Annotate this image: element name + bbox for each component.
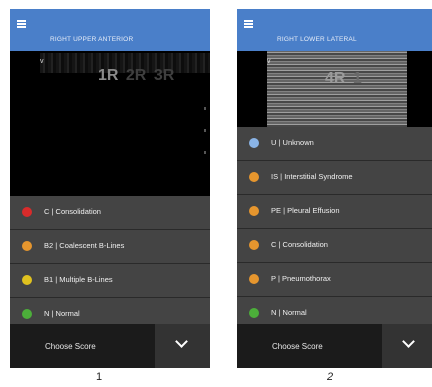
choose-score-button[interactable]: Choose Score xyxy=(237,324,382,368)
score-list: C | Consolidation B2 | Coalescent B-Line… xyxy=(10,196,210,332)
scale-tick xyxy=(204,129,206,132)
severity-dot xyxy=(22,275,32,285)
score-option-multiple-b-lines[interactable]: B1 | Multiple B-Lines xyxy=(10,264,210,298)
severity-dot xyxy=(249,138,259,148)
zone-labels: 4R 1 xyxy=(325,70,365,88)
score-option-coalescent-b-lines[interactable]: B2 | Coalescent B-Lines xyxy=(10,230,210,264)
choose-score-label: Choose Score xyxy=(272,342,323,351)
severity-dot xyxy=(249,240,259,250)
zone-title: RIGHT LOWER LATERAL xyxy=(277,36,357,43)
severity-dot xyxy=(249,308,259,318)
score-label: B2 | Coalescent B-Lines xyxy=(44,241,125,250)
score-label: U | Unknown xyxy=(271,138,314,147)
score-footer: Choose Score xyxy=(10,324,210,368)
app-screen-2: RIGHT LOWER LATERAL v 4R 1 U | Unknown I… xyxy=(237,9,432,368)
caret-marker: v xyxy=(40,58,44,65)
score-option-consolidation[interactable]: C | Consolidation xyxy=(237,229,432,263)
severity-dot xyxy=(249,172,259,182)
score-label: C | Consolidation xyxy=(44,207,101,216)
zone-label-3r: 3R xyxy=(153,67,175,84)
app-header: RIGHT UPPER ANTERIOR xyxy=(10,9,210,51)
zone-title: RIGHT UPPER ANTERIOR xyxy=(50,36,134,43)
ultrasound-image: v 4R 1 xyxy=(237,51,432,127)
chevron-down-icon xyxy=(402,335,415,348)
score-footer: Choose Score xyxy=(237,324,432,368)
score-option-pleural-effusion[interactable]: PE | Pleural Effusion xyxy=(237,195,432,229)
score-list: U | Unknown IS | Interstitial Syndrome P… xyxy=(237,127,432,331)
score-label: N | Normal xyxy=(44,309,80,318)
zone-label-2r: 2R xyxy=(125,67,147,84)
app-header: RIGHT LOWER LATERAL xyxy=(237,9,432,51)
scale-tick xyxy=(204,151,206,154)
caret-marker: v xyxy=(267,58,271,65)
zone-label-1: 1 xyxy=(352,70,362,87)
zone-labels: 1R 2R 3R xyxy=(98,67,177,85)
scale-tick xyxy=(204,107,206,110)
severity-dot xyxy=(22,241,32,251)
hamburger-menu-icon[interactable] xyxy=(244,20,253,28)
score-option-unknown[interactable]: U | Unknown xyxy=(237,127,432,161)
ultrasound-image: v 1R 2R 3R xyxy=(10,51,210,196)
expand-button[interactable] xyxy=(155,324,210,368)
severity-dot xyxy=(22,207,32,217)
figure-caption-2: 2 xyxy=(327,371,334,383)
choose-score-label: Choose Score xyxy=(45,342,96,351)
score-option-interstitial-syndrome[interactable]: IS | Interstitial Syndrome xyxy=(237,161,432,195)
score-label: PE | Pleural Effusion xyxy=(271,206,340,215)
score-label: IS | Interstitial Syndrome xyxy=(271,172,353,181)
choose-score-button[interactable]: Choose Score xyxy=(10,324,155,368)
score-label: B1 | Multiple B-Lines xyxy=(44,275,113,284)
score-label: P | Pneumothorax xyxy=(271,274,331,283)
app-screen-1: RIGHT UPPER ANTERIOR v 1R 2R 3R C | Cons… xyxy=(10,9,210,368)
figure-caption-1: 1 xyxy=(96,371,103,383)
score-option-consolidation[interactable]: C | Consolidation xyxy=(10,196,210,230)
severity-dot xyxy=(249,206,259,216)
expand-button[interactable] xyxy=(382,324,432,368)
zone-label-4r: 4R xyxy=(325,70,346,87)
hamburger-menu-icon[interactable] xyxy=(17,20,26,28)
chevron-down-icon xyxy=(175,335,188,348)
severity-dot xyxy=(249,274,259,284)
ultrasound-strip xyxy=(267,51,407,127)
score-label: N | Normal xyxy=(271,308,307,317)
zone-label-1r: 1R xyxy=(98,67,119,84)
score-label: C | Consolidation xyxy=(271,240,328,249)
score-option-pneumothorax[interactable]: P | Pneumothorax xyxy=(237,263,432,297)
severity-dot xyxy=(22,309,32,319)
